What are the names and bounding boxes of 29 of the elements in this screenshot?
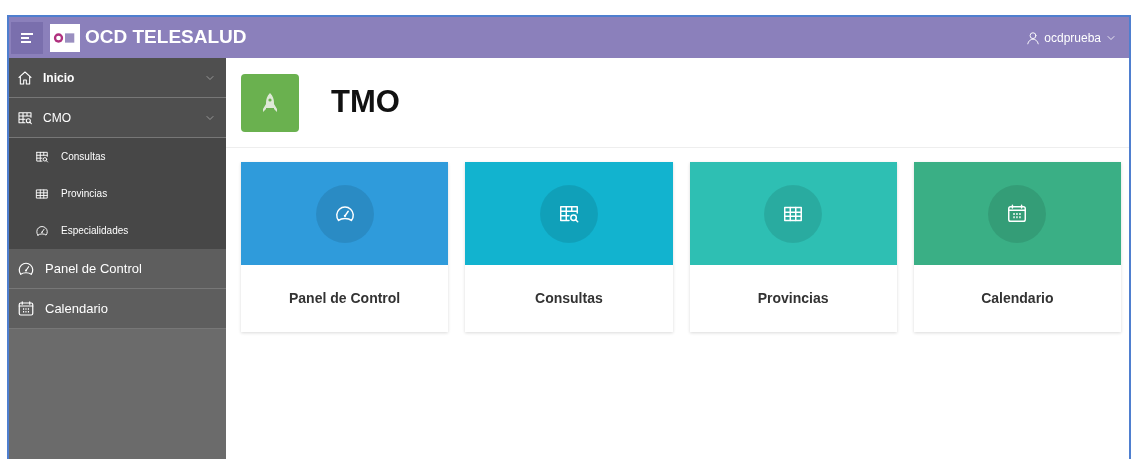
table-search-icon bbox=[35, 149, 49, 164]
calendar-icon bbox=[1006, 202, 1029, 225]
page-title: TMO bbox=[331, 83, 400, 122]
sidebar-subitem[interactable]: Especialidades bbox=[9, 212, 226, 249]
sidebar-item[interactable]: Calendario bbox=[9, 289, 226, 329]
user-icon bbox=[1026, 30, 1041, 45]
sidebar-item[interactable]: CMO bbox=[9, 98, 226, 138]
card-label: Panel de Control bbox=[289, 289, 401, 308]
gauge-icon bbox=[35, 223, 49, 238]
dashboard-card[interactable]: Consultas bbox=[465, 162, 673, 332]
rocket-icon bbox=[260, 91, 280, 114]
menu-button[interactable] bbox=[11, 21, 43, 54]
sidebar-item[interactable]: Panel de Control bbox=[9, 249, 226, 289]
user-menu[interactable]: ocdprueba bbox=[1026, 28, 1117, 47]
dashboard-card[interactable]: Calendario bbox=[913, 162, 1121, 332]
sidebar-subitem[interactable]: Provincias bbox=[9, 175, 226, 212]
dashboard-card[interactable]: Provincias bbox=[689, 162, 897, 332]
card-label: Consultas bbox=[535, 289, 603, 308]
app-name: OCD TELESALUD bbox=[85, 25, 247, 50]
card-label: Calendario bbox=[981, 289, 1054, 308]
card-label: Provincias bbox=[757, 289, 829, 308]
logo bbox=[50, 23, 80, 52]
calendar-icon bbox=[17, 299, 35, 318]
sidebar-item[interactable]: Inicio bbox=[9, 58, 226, 98]
table-icon bbox=[35, 186, 49, 201]
dashboard-card[interactable]: Panel de Control bbox=[241, 162, 449, 332]
home-icon bbox=[17, 69, 33, 86]
table-search-icon bbox=[17, 109, 33, 126]
sidebar-subitem[interactable]: Consultas bbox=[9, 138, 226, 175]
